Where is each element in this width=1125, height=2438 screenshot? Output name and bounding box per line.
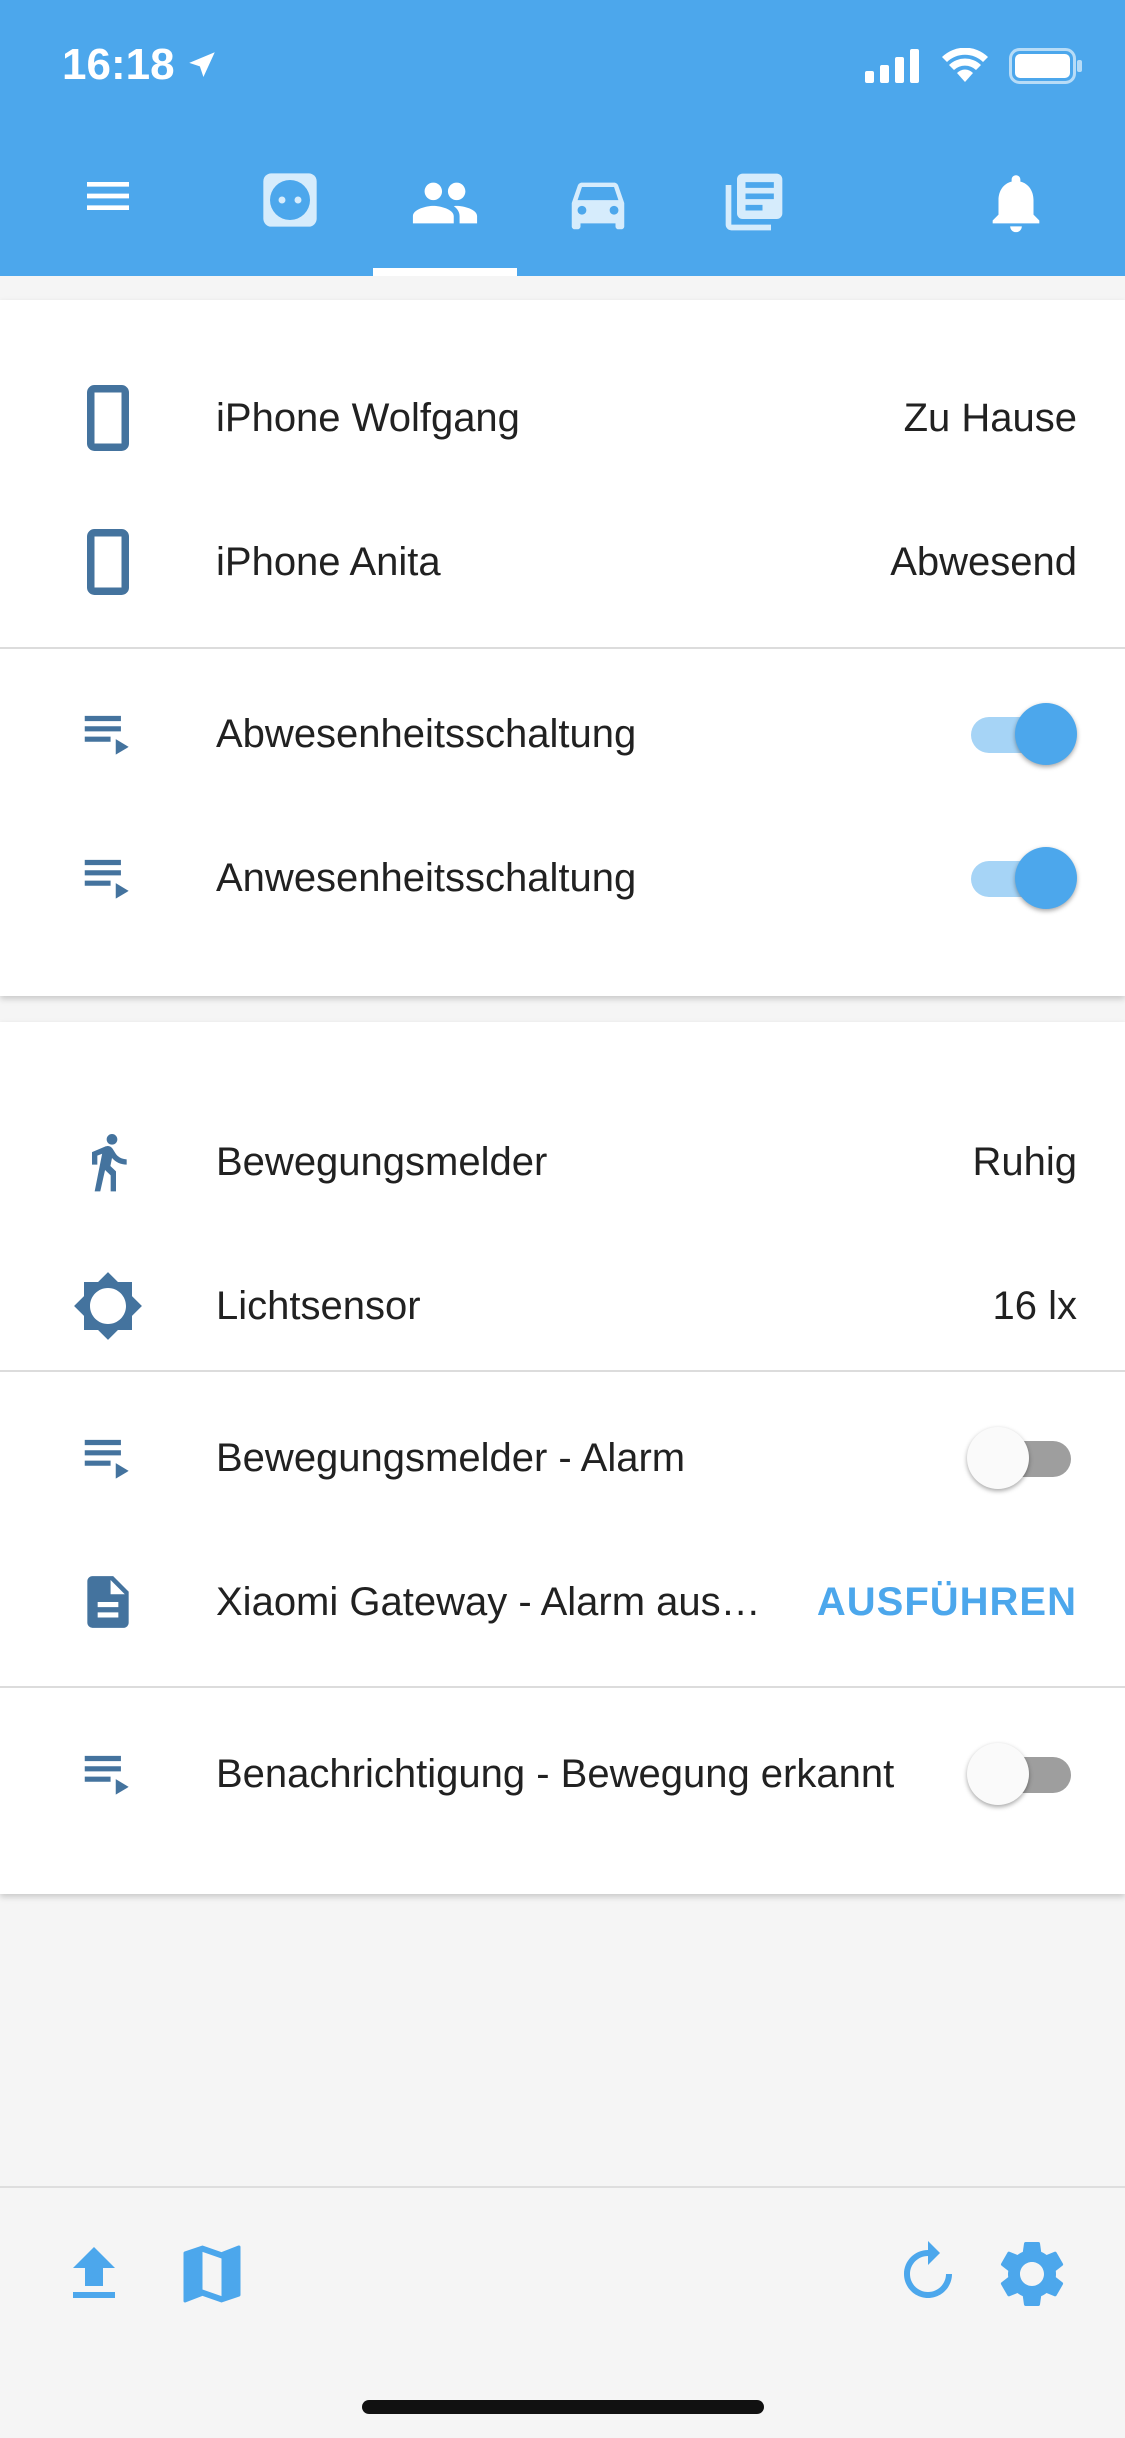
- script-row-presence[interactable]: Anwesenheitsschaltung: [0, 806, 1125, 950]
- cellphone-icon: [64, 518, 152, 606]
- bottom-toolbar: [0, 2186, 1125, 2438]
- playlist-play-icon: [64, 690, 152, 778]
- toggle-knob: [967, 1743, 1029, 1805]
- status-time: 16:18: [62, 40, 219, 90]
- socket-icon: [263, 173, 317, 227]
- section-divider: [0, 1686, 1125, 1688]
- upload-icon: [73, 2247, 115, 2298]
- sensor-name: Lichtsensor: [216, 1283, 421, 1328]
- toggle-knob: [967, 1427, 1029, 1489]
- tab-car[interactable]: [528, 150, 668, 276]
- map-icon: [183, 2245, 241, 2303]
- automation-row-notify[interactable]: Benachrichtigung - Bewegung erkannt: [0, 1702, 1125, 1846]
- run-script-button[interactable]: AUSFÜHREN: [817, 1580, 1077, 1625]
- script-row-gateway[interactable]: Xiaomi Gateway - Alarm aus… AUSFÜHREN: [0, 1530, 1125, 1674]
- section-divider: [0, 647, 1125, 649]
- brightness-icon: [64, 1262, 152, 1350]
- sensor-row-motion[interactable]: Bewegungsmelder Ruhig: [0, 1090, 1125, 1234]
- sensor-name: Bewegungsmelder: [216, 1139, 548, 1184]
- car-icon: [571, 182, 625, 230]
- file-document-icon: [64, 1558, 152, 1646]
- script-name: Anwesenheitsschaltung: [216, 855, 637, 900]
- app-header: 16:18: [0, 0, 1125, 276]
- map-button[interactable]: [172, 2234, 252, 2314]
- playlist-play-icon: [64, 834, 152, 922]
- refresh-icon: [904, 2241, 952, 2298]
- wifi-icon: [942, 48, 988, 82]
- presence-card: iPhone Wolfgang Zu Hause iPhone Anita Ab…: [0, 300, 1125, 996]
- tab-news[interactable]: [684, 150, 824, 276]
- settings-icon: [1000, 2242, 1064, 2306]
- walk-icon: [64, 1118, 152, 1206]
- bell-icon: [992, 175, 1040, 233]
- location-arrow-icon: [188, 52, 215, 78]
- refresh-button[interactable]: [888, 2234, 968, 2314]
- home-indicator[interactable]: [362, 2400, 764, 2414]
- tab-bar: [0, 150, 1125, 276]
- motion-card: Bewegungsmelder Ruhig Lichtsensor 16 lx …: [0, 1022, 1125, 1894]
- section-divider: [0, 1370, 1125, 1372]
- script-name: Abwesenheitsschaltung: [216, 711, 637, 756]
- news-icon: [725, 173, 783, 231]
- active-tab-indicator: [373, 268, 517, 276]
- sensor-state: Ruhig: [972, 1139, 1077, 1184]
- automation-row-alarm[interactable]: Bewegungsmelder - Alarm: [0, 1386, 1125, 1530]
- battery-icon: [1009, 48, 1082, 84]
- notify-toggle[interactable]: [967, 1743, 1077, 1805]
- device-name: iPhone Anita: [216, 539, 441, 584]
- sensor-state: 16 lx: [992, 1283, 1078, 1328]
- signal-icon: [865, 49, 919, 83]
- device-state: Abwesend: [890, 539, 1077, 584]
- toggle-knob: [1015, 847, 1077, 909]
- people-icon: [412, 182, 478, 224]
- status-indicators: [865, 48, 1083, 84]
- sensor-row-light[interactable]: Lichtsensor 16 lx: [0, 1234, 1125, 1378]
- tab-socket[interactable]: [220, 150, 360, 276]
- settings-button[interactable]: [992, 2234, 1072, 2314]
- device-name: iPhone Wolfgang: [216, 395, 520, 440]
- playlist-play-icon: [64, 1414, 152, 1502]
- upload-button[interactable]: [54, 2234, 134, 2314]
- script-name: Xiaomi Gateway - Alarm aus…: [216, 1579, 761, 1624]
- alarm-toggle[interactable]: [967, 1427, 1077, 1489]
- status-time-text: 16:18: [62, 40, 175, 89]
- script-row-absence[interactable]: Abwesenheitsschaltung: [0, 662, 1125, 806]
- automation-name: Benachrichtigung - Bewegung erkannt: [216, 1751, 895, 1796]
- device-row-anita[interactable]: iPhone Anita Abwesend: [0, 490, 1125, 634]
- tab-people[interactable]: [375, 150, 515, 276]
- automation-name: Bewegungsmelder - Alarm: [216, 1435, 686, 1480]
- menu-button[interactable]: [38, 150, 178, 276]
- playlist-play-icon: [64, 1730, 152, 1818]
- presence-toggle[interactable]: [967, 847, 1077, 909]
- device-row-wolfgang[interactable]: iPhone Wolfgang Zu Hause: [0, 346, 1125, 490]
- tab-notifications[interactable]: [946, 150, 1086, 276]
- menu-icon: [87, 182, 129, 210]
- cellphone-icon: [64, 374, 152, 462]
- device-state: Zu Hause: [903, 395, 1077, 440]
- toggle-knob: [1015, 703, 1077, 765]
- absence-toggle[interactable]: [967, 703, 1077, 765]
